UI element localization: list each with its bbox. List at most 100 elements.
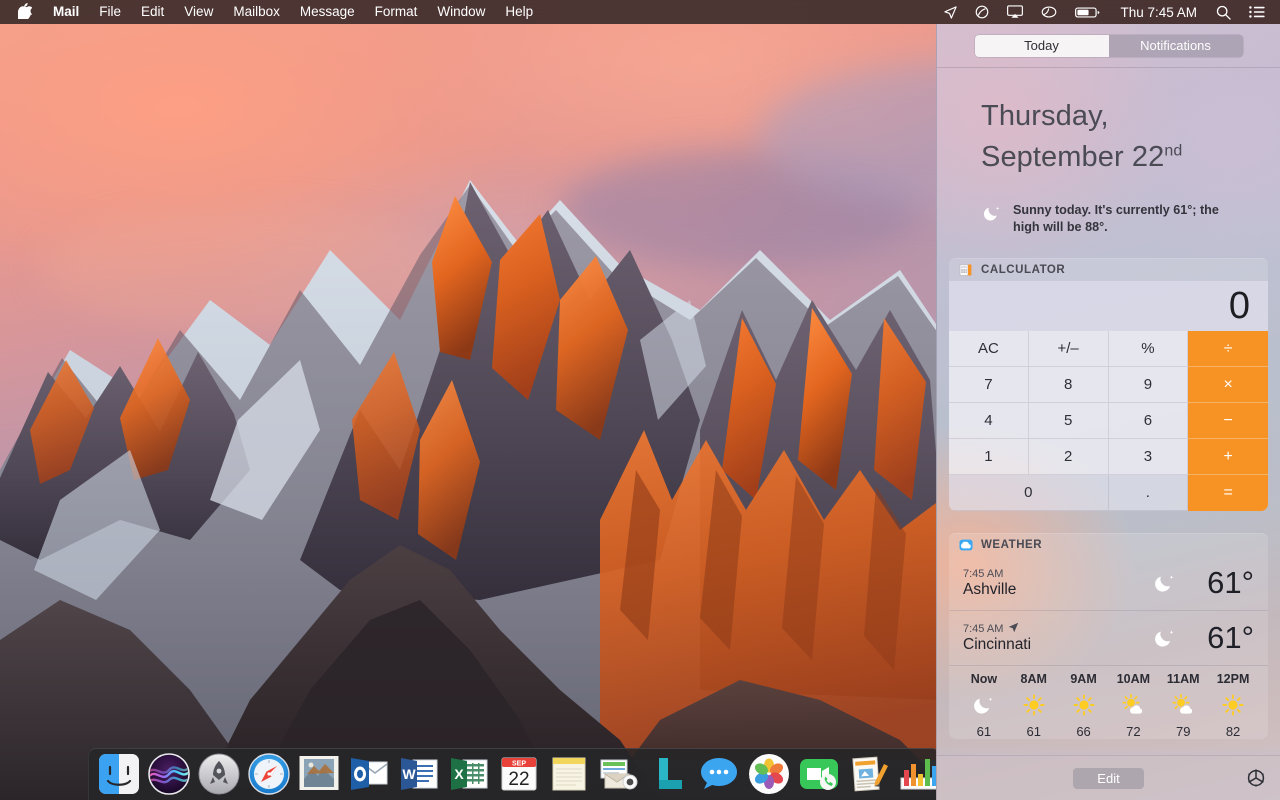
calculator-key-2[interactable]: 2 (1028, 439, 1109, 475)
calculator-display: 0 (949, 281, 1268, 331)
menu-window[interactable]: Window (427, 0, 495, 24)
menu-format[interactable]: Format (365, 0, 428, 24)
location-arrow-icon[interactable] (935, 0, 966, 24)
moon-icon (983, 202, 1001, 227)
calendar-icon: SEP 22 (501, 757, 537, 791)
dock-item-excel[interactable]: X (446, 750, 492, 796)
excel-icon: X (451, 758, 488, 790)
weather-widget-title: WEATHER (981, 538, 1043, 551)
calculator-key-plusminus[interactable]: +/– (1028, 331, 1109, 367)
menu-bar[interactable]: Mail File Edit View Mailbox Message Form… (0, 0, 1280, 24)
weather-hour-cell: 11AM 79 (1158, 672, 1208, 739)
moon-icon (959, 686, 1009, 724)
menu-mailbox[interactable]: Mailbox (223, 0, 290, 24)
calculator-key-subtract[interactable]: − (1188, 403, 1268, 439)
weather-location-row[interactable]: 7:45 AM Cincinnati 61° (949, 611, 1268, 666)
tab-today[interactable]: Today (974, 34, 1109, 57)
menu-bar-status-area: Thu 7:45 AM (935, 0, 1280, 24)
weather-location-time: 7:45 AM (963, 568, 1138, 580)
calculator-key-1[interactable]: 1 (949, 439, 1029, 475)
dock-item-word[interactable]: W (396, 750, 442, 796)
do-not-disturb-icon[interactable] (966, 0, 998, 24)
weather-hour-temp: 79 (1175, 724, 1191, 739)
apple-menu[interactable] (8, 0, 43, 24)
menu-mail[interactable]: Mail (43, 0, 89, 24)
sun-icon (1009, 686, 1059, 724)
dock-item-safari[interactable] (246, 750, 292, 796)
calculator-key-decimal[interactable]: . (1108, 475, 1189, 511)
weather-widget-header: WEATHER (949, 533, 1268, 556)
today-weather-summary-text: Sunny today. It's currently 61°; the hig… (1013, 203, 1219, 234)
dock-item-mail-preview[interactable] (596, 750, 642, 796)
dock-item-lync[interactable] (646, 750, 692, 796)
calculator-key-add[interactable]: + (1188, 439, 1268, 475)
sun-icon (1208, 686, 1258, 724)
calculator-key-5[interactable]: 5 (1028, 403, 1109, 439)
edit-button[interactable]: Edit (1073, 767, 1144, 789)
mail-icon (299, 756, 339, 790)
weather-hour-cell: 8AM 61 (1009, 672, 1059, 739)
calculator-key-3[interactable]: 3 (1108, 439, 1189, 475)
siri-icon (148, 753, 190, 795)
weather-hour-label: 9AM (1070, 672, 1097, 686)
notification-center[interactable]: Today Notifications Thursday, September … (936, 24, 1280, 800)
dock-item-messages[interactable] (696, 750, 742, 796)
weather-hour-cell: 9AM 66 (1059, 672, 1109, 739)
calculator-key-equals[interactable]: = (1188, 475, 1268, 511)
dock-item-notes[interactable] (546, 750, 592, 796)
notification-center-footer: Edit (937, 755, 1280, 800)
calculator-keypad[interactable]: AC +/– % ÷ 7 8 9 × 4 5 6 − 1 2 3 + 0 . = (949, 331, 1268, 511)
menu-bar-clock[interactable]: Thu 7:45 AM (1110, 5, 1207, 20)
dock-item-calendar[interactable]: SEP 22 (496, 750, 542, 796)
airplay-icon[interactable] (998, 0, 1032, 24)
calculator-key-divide[interactable]: ÷ (1188, 331, 1268, 367)
dock-item-siri[interactable] (146, 750, 192, 796)
weather-hour-temp: 82 (1225, 724, 1241, 739)
calculator-key-percent[interactable]: % (1108, 331, 1189, 367)
dock-item-facetime[interactable] (796, 750, 842, 796)
dock[interactable]: W X SEP 22 (88, 748, 987, 800)
menu-message[interactable]: Message (290, 0, 365, 24)
battery-icon[interactable] (1066, 0, 1110, 24)
dock-item-pages[interactable] (846, 750, 892, 796)
calculator-widget[interactable]: CALCULATOR 0 AC +/– % ÷ 7 8 9 × 4 5 6 − … (949, 258, 1268, 511)
menu-view[interactable]: View (174, 0, 223, 24)
weather-hour-label: 10AM (1116, 672, 1151, 686)
calculator-key-6[interactable]: 6 (1108, 403, 1189, 439)
menu-edit[interactable]: Edit (131, 0, 174, 24)
dock-item-launchpad[interactable] (196, 750, 242, 796)
weather-location-city: Cincinnati (963, 636, 1032, 653)
dropbox-icon[interactable] (1032, 0, 1066, 24)
weather-hour-cell: 10AM 72 (1108, 672, 1158, 739)
calculator-key-0[interactable]: 0 (949, 475, 1109, 511)
calculator-key-ac[interactable]: AC (949, 331, 1029, 367)
weather-widget[interactable]: WEATHER 7:45 AM Ashville 61° 7:45 AM Cin… (949, 533, 1268, 739)
calculator-key-multiply[interactable]: × (1188, 367, 1268, 403)
dock-item-outlook[interactable] (346, 750, 392, 796)
menu-bar-items: Mail File Edit View Mailbox Message Form… (0, 0, 543, 24)
today-view-scroll-area[interactable]: Thursday, September 22nd Sunny today. It… (937, 68, 1280, 755)
gear-icon[interactable] (1246, 768, 1266, 788)
weather-location-city: Ashville (963, 580, 1017, 598)
menu-help[interactable]: Help (495, 0, 543, 24)
notification-center-icon[interactable] (1240, 0, 1274, 24)
facetime-icon (800, 759, 838, 790)
calculator-widget-title: CALCULATOR (981, 263, 1066, 276)
weather-location-row[interactable]: 7:45 AM Ashville 61° (949, 556, 1268, 611)
calculator-key-7[interactable]: 7 (949, 367, 1029, 403)
dock-item-mail[interactable] (296, 750, 342, 796)
calculator-key-8[interactable]: 8 (1028, 367, 1109, 403)
tab-notifications[interactable]: Notifications (1108, 34, 1243, 57)
svg-text:W: W (402, 766, 416, 782)
calculator-key-4[interactable]: 4 (949, 403, 1029, 439)
pages-icon (852, 756, 888, 792)
calculator-key-9[interactable]: 9 (1108, 367, 1189, 403)
notification-center-tabbar: Today Notifications (937, 24, 1280, 68)
weather-hour-cell: Now 61 (959, 672, 1009, 739)
weather-location-meta: 7:45 AM Ashville (963, 568, 1138, 599)
search-icon[interactable] (1207, 0, 1240, 24)
menu-file[interactable]: File (89, 0, 131, 24)
dock-item-photos[interactable] (746, 750, 792, 796)
dock-item-finder[interactable] (96, 750, 142, 796)
today-notifications-segmented-control[interactable]: Today Notifications (974, 34, 1243, 57)
